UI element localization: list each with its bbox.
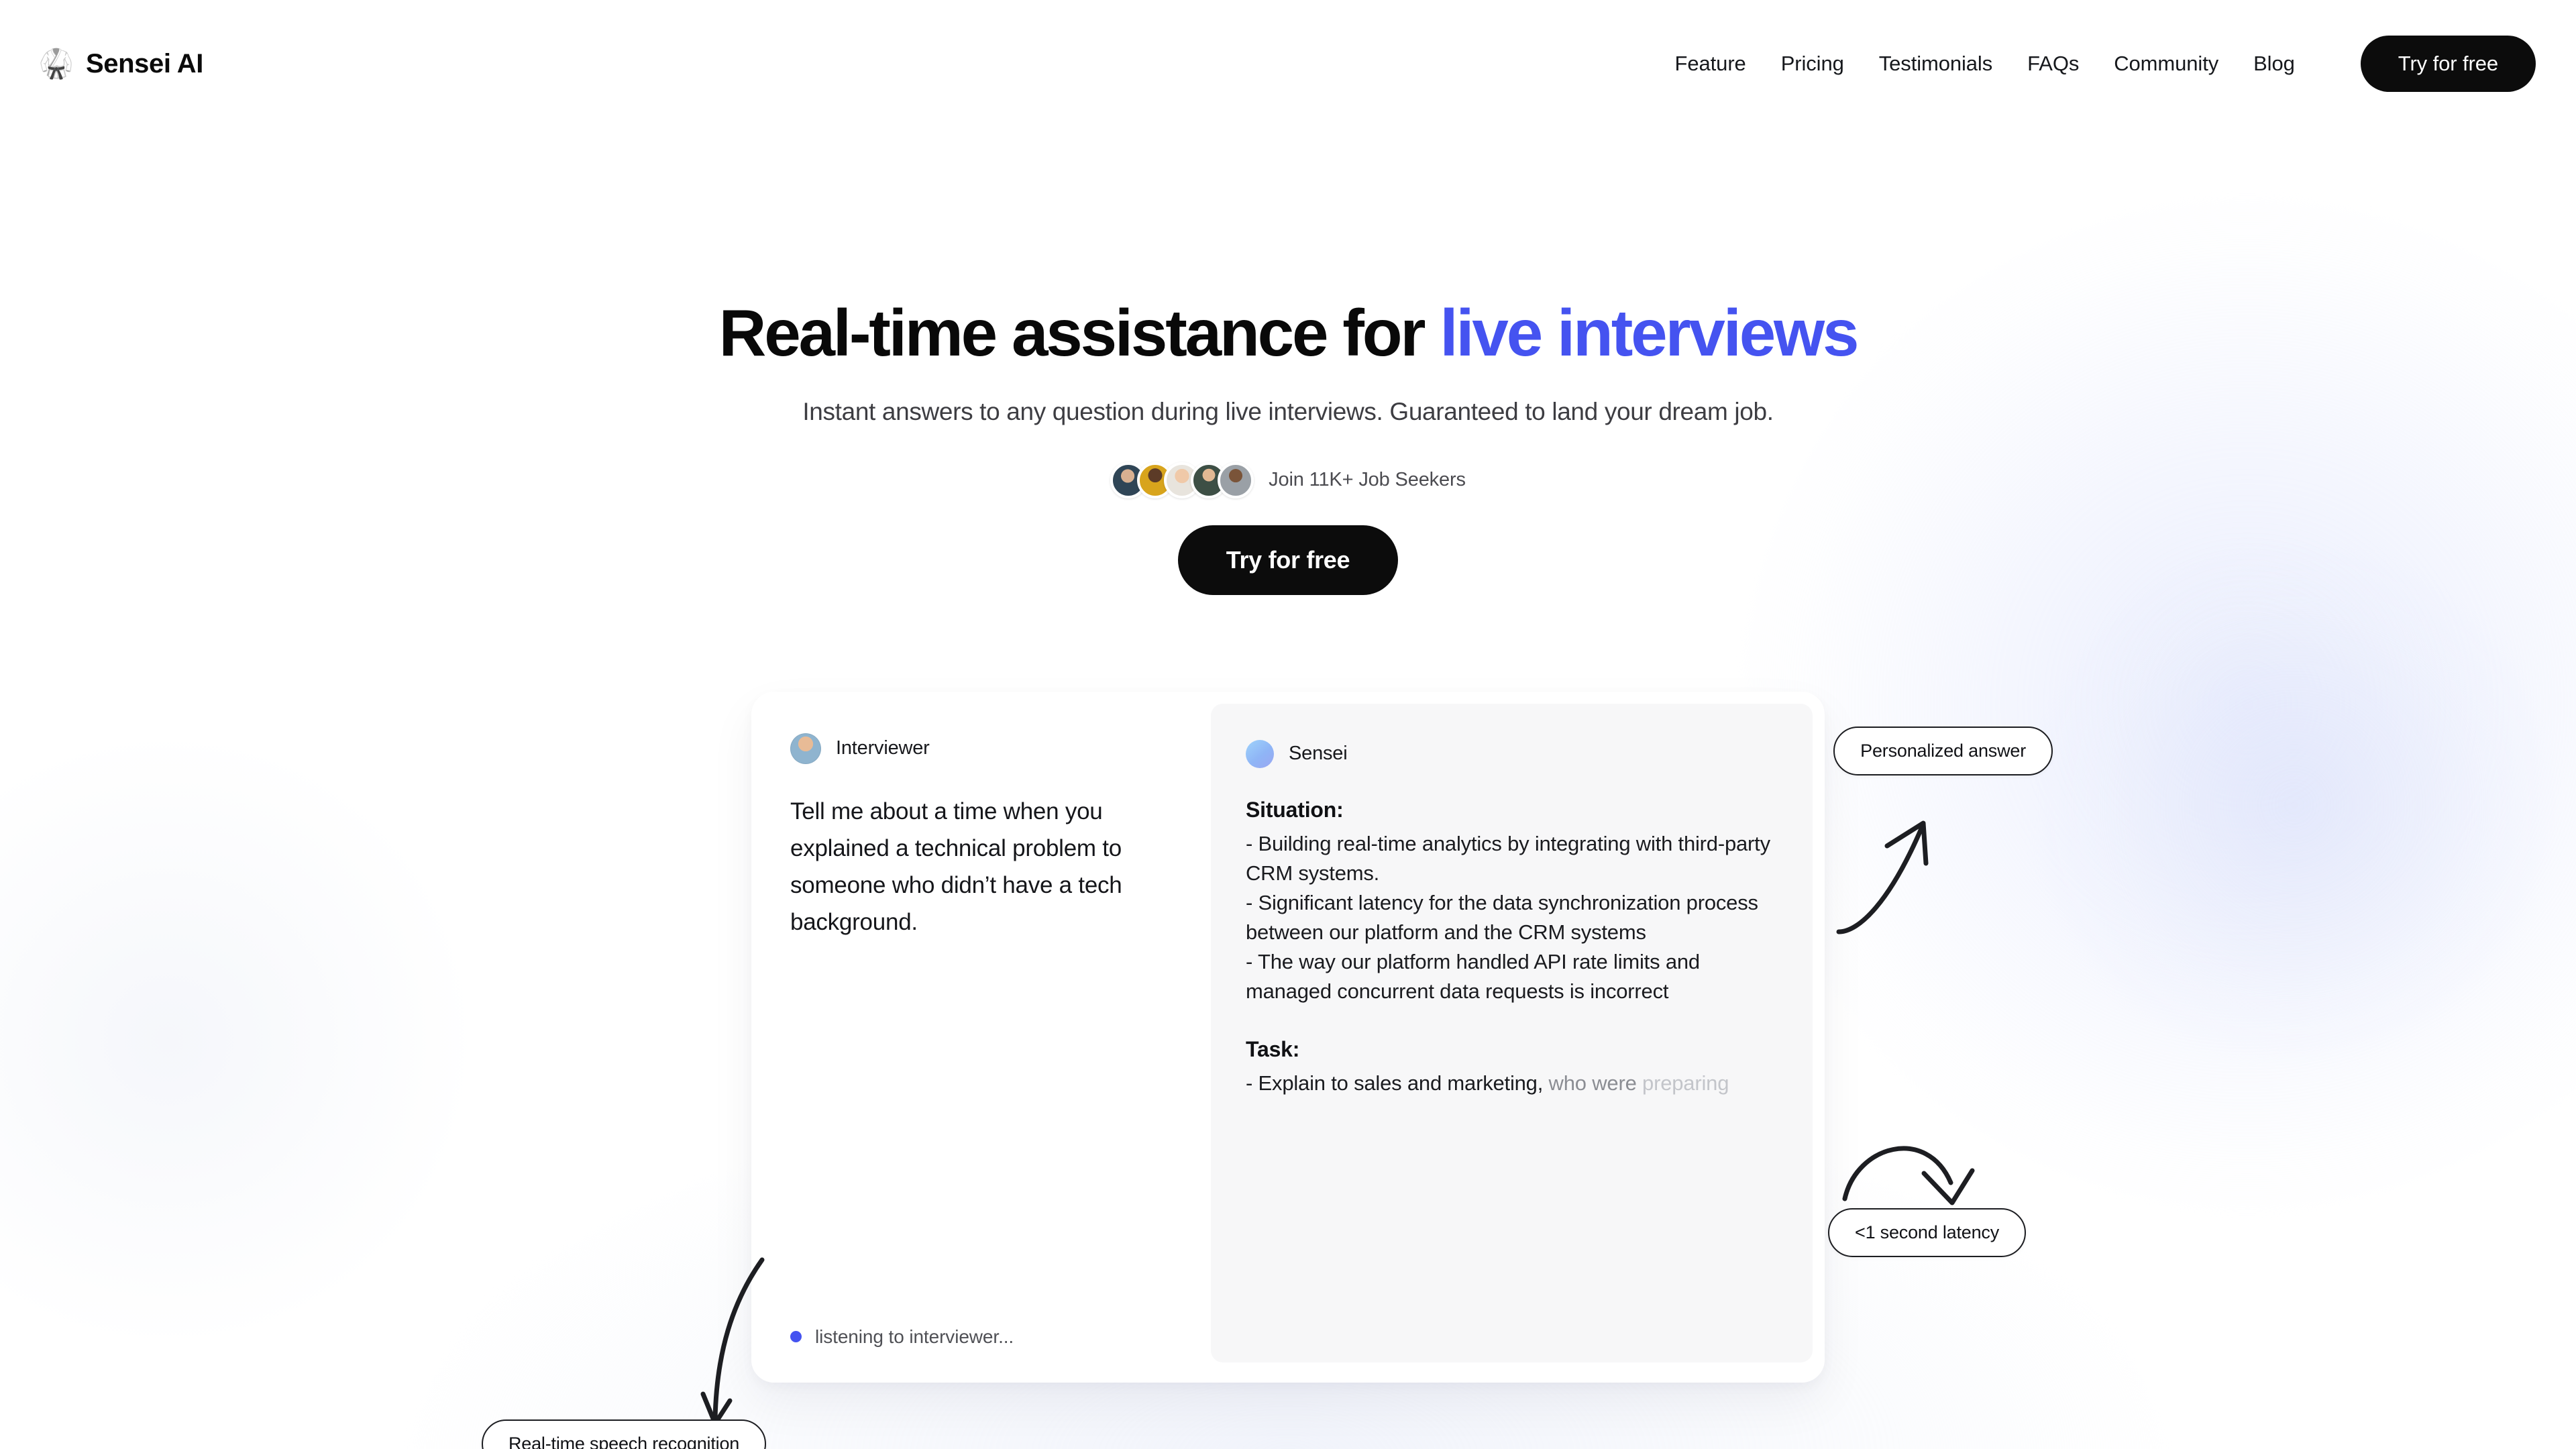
interviewer-avatar bbox=[790, 733, 821, 764]
task-text-fading-1: who were bbox=[1543, 1071, 1637, 1095]
demo-card: Interviewer Tell me about a time when yo… bbox=[482, 691, 2053, 1449]
hero-try-for-free-button[interactable]: Try for free bbox=[1177, 525, 1399, 595]
main-navigation: Feature Pricing Testimonials FAQs Commun… bbox=[1658, 36, 2536, 92]
situation-heading: Situation: bbox=[1246, 797, 1344, 822]
listening-status-label: listening to interviewer... bbox=[815, 1326, 1014, 1347]
interview-question: Tell me about a time when you explained … bbox=[790, 798, 1122, 935]
sensei-answer-panel: Sensei Situation: - Building real-time a… bbox=[1211, 703, 1813, 1362]
listening-status: listening to interviewer... bbox=[790, 1326, 1014, 1348]
hero-section: Real-time assistance for live interviews… bbox=[0, 296, 2576, 595]
hero-title-accent: live interviews bbox=[1440, 296, 1859, 370]
avatar bbox=[1218, 462, 1254, 498]
brand-logo[interactable]: 🥋 Sensei AI bbox=[38, 46, 204, 81]
status-indicator-dot bbox=[790, 1331, 802, 1343]
situation-item: - Significant latency for the data synch… bbox=[1246, 890, 1758, 944]
martial-artist-emoji-icon: 🥋 bbox=[38, 48, 74, 79]
hero-subtitle: Instant answers to any question during l… bbox=[802, 397, 1774, 425]
callout-latency: <1 second latency bbox=[1828, 1208, 2026, 1257]
task-heading: Task: bbox=[1246, 1036, 1300, 1061]
sensei-label: Sensei bbox=[1289, 743, 1348, 765]
nav-item-blog[interactable]: Blog bbox=[2236, 45, 2312, 83]
situation-item: - The way our platform handled API rate … bbox=[1246, 949, 1700, 1003]
interviewer-label: Interviewer bbox=[836, 737, 930, 759]
arrow-curve-down-icon bbox=[1842, 1146, 1975, 1205]
site-header: 🥋 Sensei AI Feature Pricing Testimonials… bbox=[0, 0, 2576, 127]
page-title: Real-time assistance for live interviews bbox=[0, 296, 2576, 370]
brand-name: Sensei AI bbox=[86, 48, 203, 78]
arrow-up-right-icon bbox=[1836, 820, 1929, 934]
callout-personalized-answer: Personalized answer bbox=[1833, 726, 2053, 775]
nav-item-faqs[interactable]: FAQs bbox=[2010, 45, 2096, 83]
callout-real-time-speech-recognition: Real-time speech recognition bbox=[482, 1419, 767, 1449]
nav-item-feature[interactable]: Feature bbox=[1658, 45, 1764, 83]
interviewer-panel: Interviewer Tell me about a time when yo… bbox=[751, 691, 1211, 1383]
sensei-avatar bbox=[1246, 739, 1274, 768]
nav-item-pricing[interactable]: Pricing bbox=[1764, 45, 1862, 83]
task-text-fading-2: preparing bbox=[1636, 1071, 1729, 1095]
hero-title-lead: Real-time assistance for bbox=[718, 296, 1440, 370]
social-proof-label: Join 11K+ Job Seekers bbox=[1269, 469, 1466, 491]
demo-section: Interviewer Tell me about a time when yo… bbox=[0, 691, 2576, 1449]
sensei-speaker-row: Sensei bbox=[1246, 739, 1775, 768]
nav-item-testimonials[interactable]: Testimonials bbox=[1862, 45, 2010, 83]
task-item-streaming: - Explain to sales and marketing, who we… bbox=[1246, 1069, 1775, 1098]
situation-item: - Building real-time analytics by integr… bbox=[1246, 831, 1770, 885]
nav-item-community[interactable]: Community bbox=[2096, 45, 2236, 83]
social-proof: Join 11K+ Job Seekers bbox=[0, 462, 2576, 498]
interviewer-speaker-row: Interviewer bbox=[790, 733, 1172, 764]
avatar-group bbox=[1110, 462, 1254, 498]
task-text-solid: - Explain to sales and marketing, bbox=[1246, 1071, 1544, 1095]
header-try-for-free-button[interactable]: Try for free bbox=[2360, 36, 2536, 92]
